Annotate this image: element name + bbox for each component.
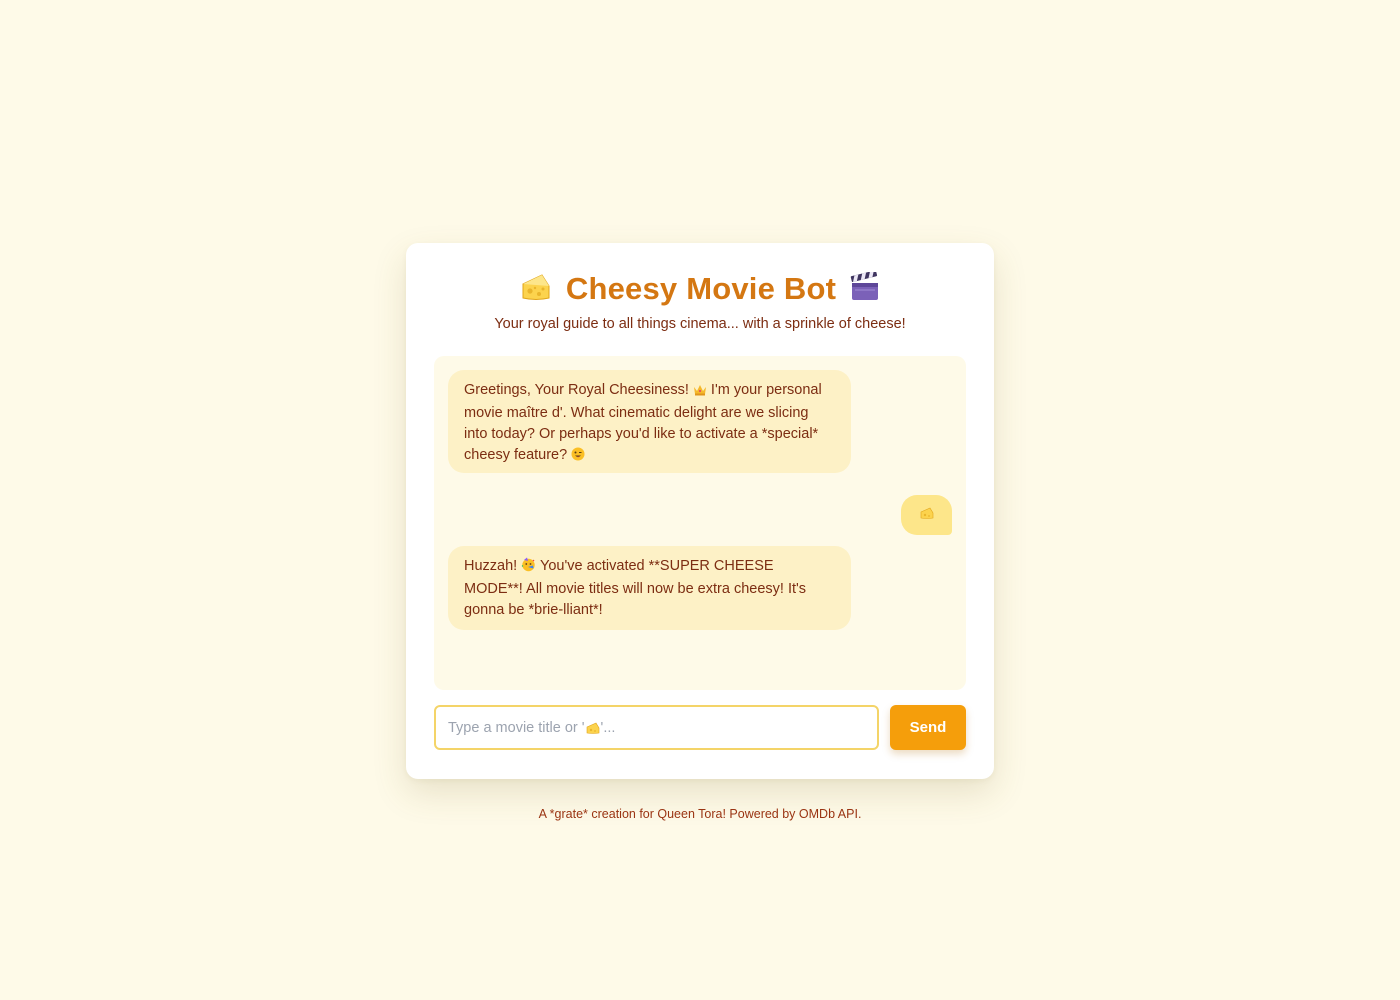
clapper-board-icon bbox=[850, 269, 880, 307]
bot-message: Huzzah! You've activated **SUPER CHEESE … bbox=[448, 546, 851, 630]
header: Cheesy Movie Bot Your royal guide to all… bbox=[406, 269, 994, 332]
cheese-icon bbox=[520, 272, 552, 307]
page-title: Cheesy Movie Bot bbox=[565, 271, 837, 306]
winking-face-icon bbox=[571, 447, 585, 468]
chat-area[interactable]: Greetings, Your Royal Cheesiness! I'm yo… bbox=[434, 356, 966, 690]
crown-icon bbox=[693, 382, 707, 403]
title-row: Cheesy Movie Bot bbox=[406, 269, 994, 309]
input-placeholder: Type a movie title or ' bbox=[448, 719, 585, 736]
cheese-icon bbox=[920, 506, 934, 524]
party-face-icon bbox=[521, 557, 536, 579]
message-input[interactable]: Type a movie title or ' '... bbox=[434, 705, 879, 750]
bot-message: Greetings, Your Royal Cheesiness! I'm yo… bbox=[448, 370, 851, 473]
chat-card: Cheesy Movie Bot Your royal guide to all… bbox=[406, 243, 994, 779]
input-placeholder: '... bbox=[600, 719, 616, 736]
user-message bbox=[901, 495, 952, 535]
message-text-part: Huzzah! bbox=[464, 558, 522, 574]
footer: A *grate* creation for Queen Tora! Power… bbox=[538, 807, 862, 821]
subtitle: Your royal guide to all things cinema...… bbox=[494, 316, 906, 332]
message-text-part: Greetings, Your Royal Cheesiness! bbox=[464, 382, 693, 398]
cheese-icon bbox=[586, 722, 600, 734]
send-button[interactable]: Send bbox=[890, 705, 966, 750]
